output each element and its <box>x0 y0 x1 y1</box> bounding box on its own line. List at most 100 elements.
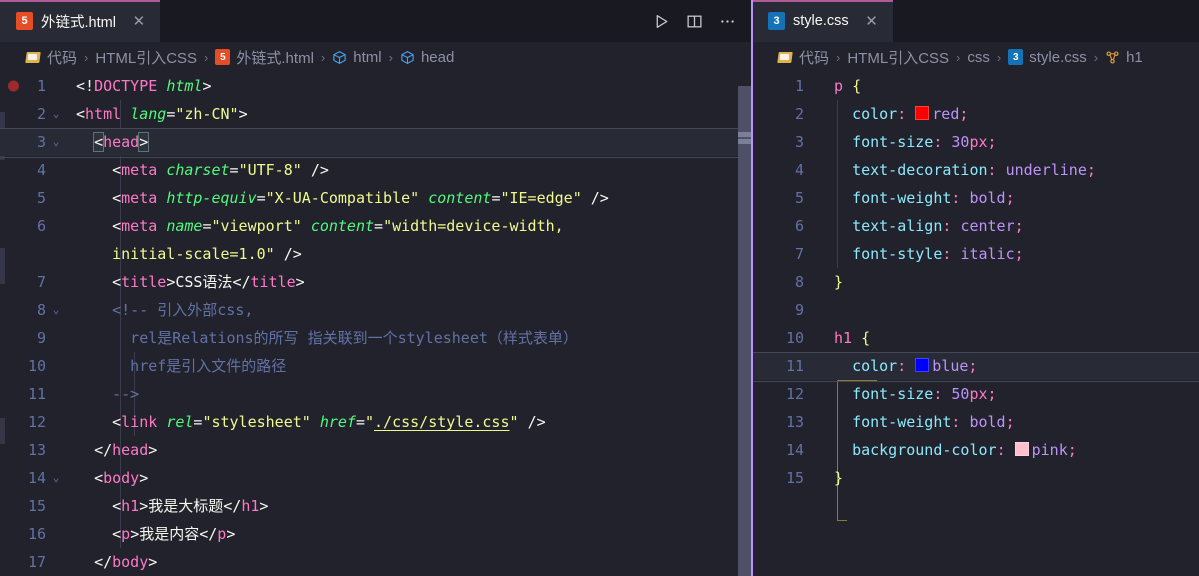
code-line[interactable]: 7 font-style: italic; <box>752 240 1199 268</box>
code-line[interactable]: 12 <link rel="stylesheet" href="./css/st… <box>0 408 752 436</box>
code-line[interactable]: 7 <title>CSS语法</title> <box>0 268 752 296</box>
code-line[interactable]: 6 text-align: center; <box>752 212 1199 240</box>
breadcrumb-item-3[interactable]: 3 style.css <box>1008 49 1087 66</box>
tab-label: 外链式.html <box>41 14 116 31</box>
line-number: 16 <box>27 525 46 543</box>
close-icon[interactable]: ✕ <box>130 12 148 30</box>
color-swatch-red <box>915 106 930 120</box>
code-line[interactable]: 9 <box>752 296 1199 324</box>
fold-toggle[interactable]: ⌄ <box>46 100 66 128</box>
bracket-match: > <box>138 132 150 152</box>
line-number: 1 <box>36 77 46 95</box>
code-line[interactable]: 15 } <box>752 464 1199 492</box>
code-line[interactable]: 5 font-weight: bold; <box>752 184 1199 212</box>
code-line[interactable]: 4 <meta charset="UTF-8" /> <box>0 156 752 184</box>
fold-toggle[interactable]: ⌄ <box>46 464 66 492</box>
code-line[interactable]: 13 </head> <box>0 436 752 464</box>
line-number: 1 <box>794 77 804 95</box>
code-line[interactable]: 10 href是引入文件的路径 <box>0 352 752 380</box>
close-icon[interactable]: ✕ <box>863 12 881 30</box>
line-number: 13 <box>785 413 804 431</box>
breadcrumb-label: HTML引入CSS <box>95 49 198 67</box>
color-swatch-pink <box>1014 442 1029 456</box>
code-line[interactable]: 13 font-weight: bold; <box>752 408 1199 436</box>
code-editor-right[interactable]: 1 p { 2 color: red; 3 font-size: 30px; 4 <box>752 72 1199 576</box>
code-line[interactable]: 15 <h1>我是大标题</h1> <box>0 492 752 520</box>
breadcrumb-separator: › <box>320 49 326 65</box>
line-number: 14 <box>27 469 46 487</box>
cube-icon <box>332 50 347 65</box>
code-text: </head> <box>94 441 158 459</box>
file-path-link: ./css/style.css <box>374 413 510 431</box>
code-line[interactable]: 12 font-size: 50px; <box>752 380 1199 408</box>
ruler-icon <box>1105 50 1120 65</box>
editor-group-divider[interactable] <box>751 0 753 576</box>
breadcrumb-item-4[interactable]: head <box>400 49 454 66</box>
breadcrumb-label: h1 <box>1126 48 1143 66</box>
code-line[interactable]: 16 <p>我是内容</p> <box>0 520 752 548</box>
code-text: <meta charset="UTF-8" /> <box>112 161 329 179</box>
code-line[interactable]: 4 text-decoration: underline; <box>752 156 1199 184</box>
line-number: 11 <box>785 357 804 375</box>
split-editor-icon[interactable] <box>686 13 703 30</box>
scrollbar-thumb[interactable] <box>738 86 752 576</box>
line-number: 12 <box>27 413 46 431</box>
code-line[interactable]: 8 } <box>752 268 1199 296</box>
code-line[interactable]: 3 font-size: 30px; <box>752 128 1199 156</box>
code-line[interactable]: 5 <meta http-equiv="X-UA-Compatible" con… <box>0 184 752 212</box>
code-line-active[interactable]: 3 ⌄ <head> <box>0 128 752 158</box>
breadcrumb-item-1[interactable]: HTML引入CSS <box>847 47 949 68</box>
breadcrumb-label: 外链式.html <box>236 49 314 67</box>
more-actions-icon[interactable] <box>719 13 736 30</box>
code-line[interactable]: 8 ⌄ <!-- 引入外部css, <box>0 296 752 324</box>
code-editor-left[interactable]: 1 <!DOCTYPE html> 2 ⌄ <html lang="zh-CN"… <box>0 72 752 576</box>
code-text: </body> <box>94 553 158 571</box>
code-text: text-align: center; <box>852 217 1024 235</box>
code-line[interactable]: 14 ⌄ <body> <box>0 464 752 492</box>
code-line[interactable]: 11 --> <box>0 380 752 408</box>
breadcrumb-item-2[interactable]: 5 外链式.html <box>215 47 314 68</box>
code-line[interactable]: 9 rel是Relations的所写 指关联到一个stylesheet（样式表单… <box>0 324 752 352</box>
breadcrumb-item-0[interactable]: 代码 <box>26 47 77 68</box>
code-line[interactable]: 6 <meta name="viewport" content="width=d… <box>0 212 752 268</box>
code-text: <title>CSS语法</title> <box>112 273 305 291</box>
breadcrumb-label: style.css <box>1029 48 1087 66</box>
tab-waiwangshi-html[interactable]: 5 外链式.html ✕ <box>0 0 160 42</box>
code-line[interactable]: 2 color: red; <box>752 100 1199 128</box>
code-text: <!DOCTYPE html> <box>76 77 212 95</box>
cube-icon <box>400 50 415 65</box>
code-line-active[interactable]: 11 color: blue; <box>752 352 1199 382</box>
breadcrumb-label: 代码 <box>799 49 830 67</box>
line-number: 6 <box>36 217 46 235</box>
breadcrumb-left: 代码 › HTML引入CSS › 5 外链式.html › html › hea… <box>0 42 752 72</box>
line-number: 3 <box>36 133 46 151</box>
line-number: 4 <box>794 161 804 179</box>
line-number: 9 <box>794 301 804 319</box>
breadcrumb-item-3[interactable]: html <box>332 49 382 66</box>
code-line[interactable]: 10 h1 { <box>752 324 1199 352</box>
breadcrumb-item-0[interactable]: 代码 <box>778 47 829 68</box>
fold-toggle[interactable]: ⌄ <box>46 128 66 156</box>
code-text: color: blue; <box>852 357 978 375</box>
code-line[interactable]: 1 <!DOCTYPE html> <box>0 72 752 100</box>
breadcrumb-item-1[interactable]: HTML引入CSS <box>95 47 197 68</box>
breadcrumb-item-2[interactable]: css <box>967 49 990 66</box>
breadcrumb-separator: › <box>204 49 209 65</box>
editor-scrollbar-left[interactable] <box>738 42 752 576</box>
code-line[interactable]: 1 p { <box>752 72 1199 100</box>
line-number: 8 <box>794 273 804 291</box>
folder-icon <box>778 51 793 64</box>
line-number: 12 <box>785 385 804 403</box>
line-number: 13 <box>27 441 46 459</box>
code-text: <link rel="stylesheet" href="./css/style… <box>112 413 546 431</box>
code-line[interactable]: 14 background-color: pink; <box>752 436 1199 464</box>
run-icon[interactable] <box>653 13 670 30</box>
line-number: 7 <box>36 273 46 291</box>
code-line[interactable]: 2 ⌄ <html lang="zh-CN"> <box>0 100 752 128</box>
breadcrumb-item-4[interactable]: h1 <box>1105 49 1143 66</box>
code-text: <h1>我是大标题</h1> <box>112 497 269 515</box>
breadcrumb-label: head <box>420 48 455 66</box>
code-line[interactable]: 17 </body> <box>0 548 752 576</box>
fold-toggle[interactable]: ⌄ <box>46 296 66 324</box>
tab-style-css[interactable]: 3 style.css ✕ <box>752 0 893 42</box>
